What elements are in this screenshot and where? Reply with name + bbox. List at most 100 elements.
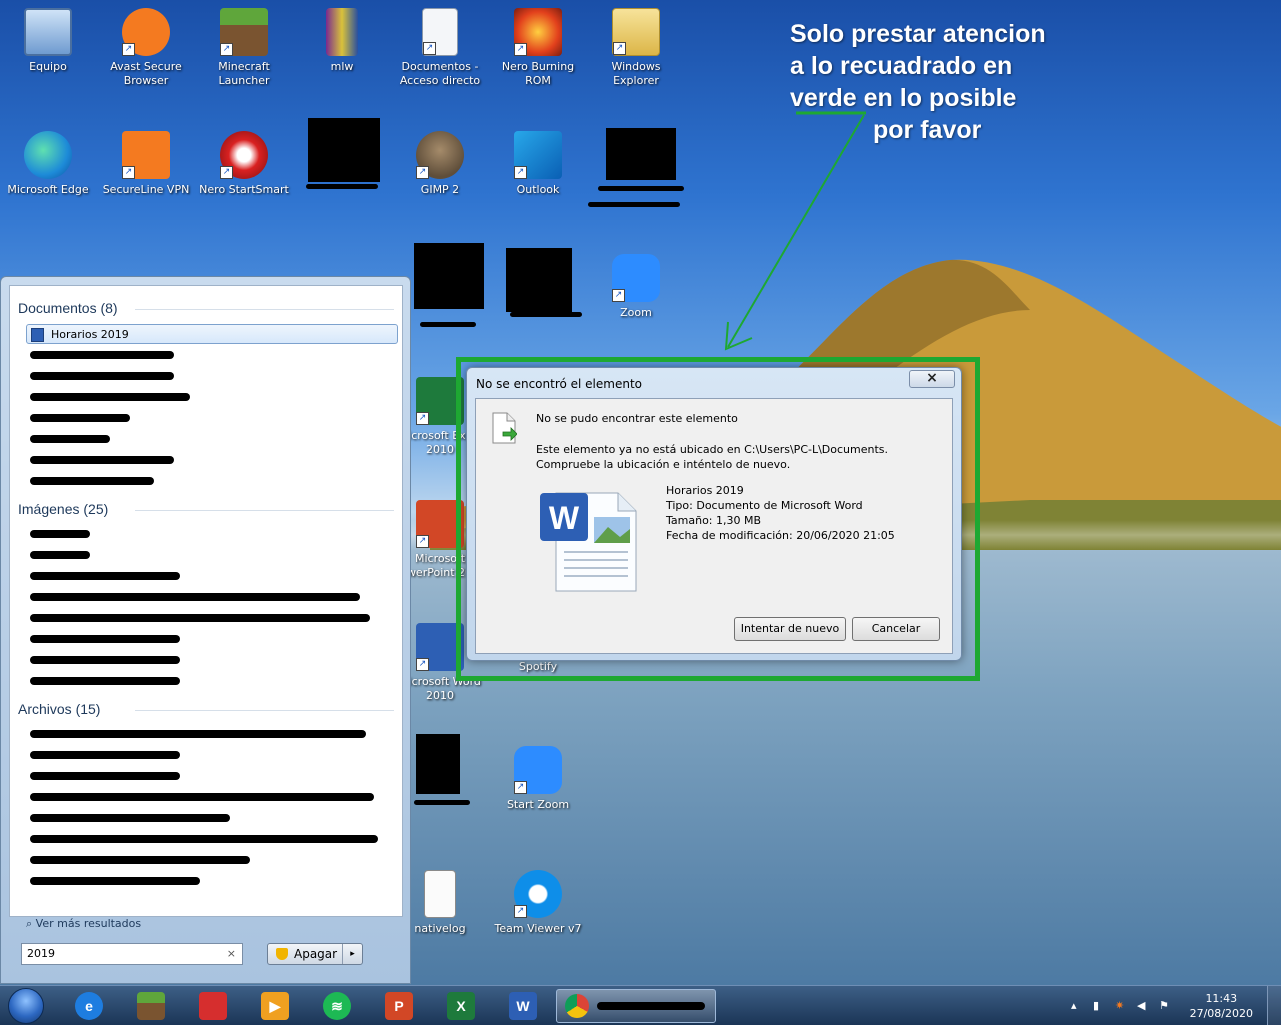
search-result-horarios-2019[interactable]: Horarios 2019 bbox=[26, 324, 398, 344]
clock[interactable]: 11:43 27/08/2020 bbox=[1190, 991, 1253, 1021]
taskbar-minecraft[interactable] bbox=[124, 989, 178, 1023]
documents-section-header[interactable]: Documentos (8) bbox=[18, 300, 118, 316]
shield-icon bbox=[276, 948, 288, 960]
redacted-label bbox=[414, 800, 470, 805]
desktop-icon-secureline[interactable]: ↗ SecureLine VPN bbox=[98, 131, 194, 197]
redacted-text bbox=[30, 835, 378, 843]
search-result[interactable] bbox=[26, 450, 398, 470]
search-result[interactable] bbox=[26, 724, 398, 744]
search-result[interactable] bbox=[26, 787, 398, 807]
text-file-icon bbox=[424, 870, 456, 918]
redacted-text bbox=[30, 677, 180, 685]
minecraft-icon bbox=[137, 992, 165, 1020]
desktop-icon-label: Documentos - Acceso directo bbox=[399, 60, 481, 87]
redacted-text bbox=[30, 593, 360, 601]
desktop-icon-label: Avast Secure Browser bbox=[110, 60, 182, 87]
section-divider bbox=[135, 510, 394, 511]
desktop-icon-zoom[interactable]: ↗ Zoom bbox=[588, 254, 684, 320]
desktop-icon-minecraft[interactable]: ↗ Minecraft Launcher bbox=[196, 8, 292, 88]
images-section-header[interactable]: Imágenes (25) bbox=[18, 501, 108, 517]
desktop-icon-teamviewer[interactable]: ↗ Team Viewer v7 bbox=[490, 870, 586, 936]
desktop-icon-label: Equipo bbox=[29, 60, 67, 73]
search-result[interactable] bbox=[26, 829, 398, 849]
edge-icon bbox=[24, 131, 72, 179]
nero-startsmart-icon: ↗ bbox=[220, 131, 268, 179]
taskbar-excel[interactable]: X bbox=[434, 989, 488, 1023]
zoom-icon: ↗ bbox=[612, 254, 660, 302]
desktop-icon-edge[interactable]: Microsoft Edge bbox=[0, 131, 96, 197]
desktop-icon-mlw[interactable]: mlw bbox=[294, 8, 390, 74]
desktop-icon-windows-explorer[interactable]: ↗ Windows Explorer bbox=[588, 8, 684, 88]
shortcut-arrow-icon: ↗ bbox=[612, 289, 625, 302]
network-icon[interactable]: ▮ bbox=[1093, 999, 1099, 1012]
search-result[interactable] bbox=[26, 387, 398, 407]
desktop-icon-label: Windows Explorer bbox=[611, 60, 661, 87]
annotation-line: por favor bbox=[873, 116, 982, 144]
redacted-text bbox=[30, 730, 366, 738]
redacted-icon bbox=[606, 128, 676, 180]
search-input[interactable]: 2019 × bbox=[21, 943, 243, 965]
search-result[interactable] bbox=[26, 545, 398, 565]
shutdown-button[interactable]: Apagar ▸ bbox=[267, 943, 363, 965]
desktop-icon-label: Start Zoom bbox=[506, 798, 570, 811]
taskbar-powerpoint[interactable]: P bbox=[372, 989, 426, 1023]
word-icon: W bbox=[509, 992, 537, 1020]
desktop-icon-equipo[interactable]: Equipo bbox=[0, 8, 96, 74]
desktop-icon-start-zoom[interactable]: ↗ Start Zoom bbox=[490, 746, 586, 812]
desktop-icon-label: mlw bbox=[330, 60, 354, 73]
show-desktop-button[interactable] bbox=[1267, 986, 1281, 1025]
search-result[interactable] bbox=[26, 608, 398, 628]
search-result[interactable] bbox=[26, 408, 398, 428]
search-result[interactable] bbox=[26, 650, 398, 670]
search-result[interactable] bbox=[26, 745, 398, 765]
media-player-icon: ▶ bbox=[261, 992, 289, 1020]
redacted-text bbox=[30, 751, 180, 759]
search-result[interactable] bbox=[26, 366, 398, 386]
search-result[interactable] bbox=[26, 671, 398, 691]
search-result[interactable] bbox=[26, 850, 398, 870]
shortcut-arrow-icon: ↗ bbox=[514, 905, 527, 918]
annotation-text: Solo prestar atencion a lo recuadrado en… bbox=[790, 18, 1110, 146]
show-hidden-icons-icon[interactable]: ▴ bbox=[1071, 999, 1077, 1012]
shortcut-arrow-icon: ↗ bbox=[514, 166, 527, 179]
shutdown-options-arrow[interactable]: ▸ bbox=[342, 944, 362, 964]
desktop-icon-gimp[interactable]: ↗ GIMP 2 bbox=[392, 131, 488, 197]
search-result[interactable] bbox=[26, 808, 398, 828]
desktop-icon-avast[interactable]: ↗ Avast Secure Browser bbox=[98, 8, 194, 88]
see-more-results-link[interactable]: ⌕ Ver más resultados bbox=[26, 917, 141, 931]
redacted-label bbox=[598, 186, 684, 191]
desktop-icon-nero-startsmart[interactable]: ↗ Nero StartSmart bbox=[196, 131, 292, 197]
winrar-archive-icon bbox=[326, 8, 358, 56]
taskbar-chrome-window[interactable] bbox=[556, 989, 716, 1023]
search-result[interactable] bbox=[26, 471, 398, 491]
desktop-icon-nero-burning[interactable]: ↗ Nero Burning ROM bbox=[490, 8, 586, 88]
desktop-icon-outlook[interactable]: ↗ Outlook bbox=[490, 131, 586, 197]
minecraft-icon: ↗ bbox=[220, 8, 268, 56]
annotation-line: a lo recuadrado en bbox=[790, 52, 1013, 80]
taskbar-internet-explorer[interactable]: e bbox=[62, 989, 116, 1023]
search-result[interactable] bbox=[26, 524, 398, 544]
start-button[interactable] bbox=[8, 988, 44, 1024]
avast-tray-icon[interactable]: ✷ bbox=[1115, 999, 1124, 1012]
search-result[interactable] bbox=[26, 345, 398, 365]
clear-search-icon[interactable]: × bbox=[227, 944, 236, 964]
search-result[interactable] bbox=[26, 587, 398, 607]
taskbar-spotify[interactable]: ≋ bbox=[310, 989, 364, 1023]
files-section-header[interactable]: Archivos (15) bbox=[18, 701, 100, 717]
search-result[interactable] bbox=[26, 766, 398, 786]
shortcut-arrow-icon: ↗ bbox=[416, 658, 429, 671]
action-center-flag-icon[interactable]: ⚑ bbox=[1159, 999, 1169, 1012]
taskbar-word[interactable]: W bbox=[496, 989, 550, 1023]
desktop-icon-label: Nero Burning ROM bbox=[501, 60, 575, 87]
avast-browser-icon: ↗ bbox=[122, 8, 170, 56]
volume-icon[interactable]: ◀ bbox=[1137, 999, 1145, 1012]
search-result[interactable] bbox=[26, 629, 398, 649]
section-divider bbox=[135, 309, 394, 310]
taskbar-media-player[interactable]: ▶ bbox=[248, 989, 302, 1023]
search-result[interactable] bbox=[26, 871, 398, 891]
shortcut-arrow-icon: ↗ bbox=[613, 42, 626, 55]
taskbar-sketchup[interactable] bbox=[186, 989, 240, 1023]
search-result[interactable] bbox=[26, 566, 398, 586]
search-result[interactable] bbox=[26, 429, 398, 449]
desktop-icon-documentos[interactable]: ↗ Documentos - Acceso directo bbox=[392, 8, 488, 88]
